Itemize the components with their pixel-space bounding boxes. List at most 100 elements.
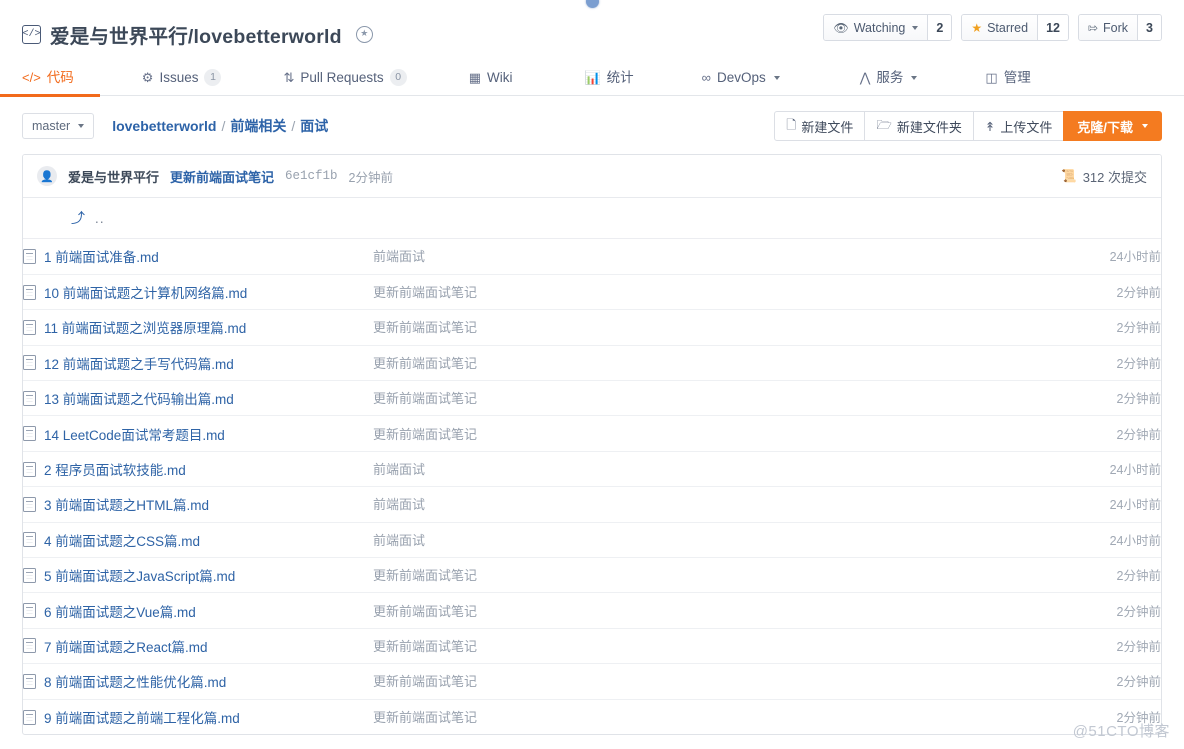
starred-button-main[interactable]: ★ Starred	[962, 15, 1038, 40]
commit-history-icon: 📜	[1061, 168, 1077, 183]
fork-button-main[interactable]: ⇰ Fork	[1078, 15, 1138, 40]
latest-commit-info: 👤 爱是与世界平行 更新前端面试笔记 6e1cf1b 2分钟前	[37, 166, 393, 186]
breadcrumb-separator: /	[291, 118, 296, 134]
watching-button[interactable]: 👁 Watching 2	[823, 14, 953, 41]
file-time: 2分钟前	[1116, 675, 1161, 690]
breadcrumb-item-2[interactable]: 面试	[300, 116, 328, 136]
breadcrumb-item-0[interactable]: lovebetterworld	[112, 118, 216, 134]
file-link[interactable]: 11 前端面试题之浏览器原理篇.md	[44, 317, 246, 337]
tab-manage[interactable]: ◫ 管理	[985, 60, 1030, 96]
breadcrumb-item-1[interactable]: 前端相关	[230, 116, 286, 136]
commit-message[interactable]: 更新前端面试笔记	[170, 167, 274, 186]
table-row[interactable]: 6 前端面试题之Vue篇.md 更新前端面试笔记 2分钟前	[23, 593, 1161, 629]
file-commit-message-cell: 前端面试	[373, 239, 703, 274]
file-commit-message: 更新前端面试笔记	[373, 285, 478, 301]
file-name-cell: 13 前端面试题之代码输出篇.md	[23, 381, 373, 416]
file-time: 2分钟前	[1116, 569, 1161, 584]
table-row[interactable]: 5 前端面试题之JavaScript篇.md 更新前端面试笔记 2分钟前	[23, 558, 1161, 593]
tab-wiki[interactable]: ▦ Wiki	[469, 60, 513, 96]
fork-button[interactable]: ⇰ Fork 3	[1077, 14, 1162, 41]
tab-service[interactable]: ⋀ 服务	[860, 60, 918, 96]
file-link[interactable]: 3 前端面试题之HTML篇.md	[44, 494, 209, 514]
file-commit-message: 前端面试	[373, 532, 426, 548]
commit-sha[interactable]: 6e1cf1b	[285, 169, 338, 183]
file-name-wrap: 7 前端面试题之React篇.md	[23, 636, 373, 656]
table-row[interactable]: 8 前端面试题之性能优化篇.md 更新前端面试笔记 2分钟前	[23, 664, 1161, 700]
table-row[interactable]: 13 前端面试题之代码输出篇.md 更新前端面试笔记 2分钟前	[23, 381, 1161, 416]
commit-history-link[interactable]: 📜 312 次提交	[1061, 167, 1147, 186]
file-icon	[23, 532, 36, 548]
file-link[interactable]: 2 程序员面试软技能.md	[44, 459, 186, 479]
tab-issues[interactable]: ⚙ Issues 1	[142, 60, 222, 96]
repo-title-block: </> 爱是与世界平行/lovebetterworld	[22, 14, 373, 49]
table-row[interactable]: 12 前端面试题之手写代码篇.md 更新前端面试笔记 2分钟前	[23, 345, 1161, 381]
file-time: 2分钟前	[1116, 639, 1161, 654]
repo-owner[interactable]: 爱是与世界平行	[50, 26, 188, 48]
table-row[interactable]: 7 前端面试题之React篇.md 更新前端面试笔记 2分钟前	[23, 628, 1161, 664]
file-link[interactable]: 5 前端面试题之JavaScript篇.md	[44, 565, 235, 585]
file-link[interactable]: 9 前端面试题之前端工程化篇.md	[44, 707, 240, 727]
file-time-cell: 24小时前	[703, 239, 1161, 274]
parent-directory-row[interactable]: ⤴ ..	[23, 198, 1161, 239]
page-title: 爱是与世界平行/lovebetterworld	[50, 20, 342, 49]
file-link[interactable]: 1 前端面试准备.md	[44, 246, 159, 266]
new-folder-label: 新建文件夹	[896, 119, 962, 135]
table-row[interactable]: 9 前端面试题之前端工程化篇.md 更新前端面试笔记 2分钟前	[23, 699, 1161, 734]
file-link[interactable]: 8 前端面试题之性能优化篇.md	[44, 671, 226, 691]
commit-author[interactable]: 爱是与世界平行	[68, 167, 159, 186]
file-time-cell: 2分钟前	[703, 310, 1161, 345]
file-time-cell: 24小时前	[703, 487, 1161, 522]
table-row[interactable]: 2 程序员面试软技能.md 前端面试 24小时前	[23, 451, 1161, 487]
fork-icon: ⇰	[1087, 20, 1099, 35]
starred-button[interactable]: ★ Starred 12	[961, 14, 1069, 41]
table-row[interactable]: 14 LeetCode面试常考题目.md 更新前端面试笔记 2分钟前	[23, 416, 1161, 452]
file-name-cell: 3 前端面试题之HTML篇.md	[23, 487, 373, 522]
medal-badge-icon	[355, 25, 373, 43]
admin-icon: ◫	[985, 70, 998, 85]
chevron-down-icon	[78, 124, 85, 128]
file-name-wrap: 3 前端面试题之HTML篇.md	[23, 494, 373, 514]
file-name-cell: 11 前端面试题之浏览器原理篇.md	[23, 310, 373, 345]
watching-button-main[interactable]: 👁 Watching	[824, 15, 928, 40]
file-name-cell: 4 前端面试题之CSS篇.md	[23, 522, 373, 557]
new-file-button[interactable]: 🗋 新建文件	[774, 111, 866, 141]
repo-name[interactable]: lovebetterworld	[194, 26, 342, 48]
file-link[interactable]: 13 前端面试题之代码输出篇.md	[44, 388, 234, 408]
table-row[interactable]: 11 前端面试题之浏览器原理篇.md 更新前端面试笔记 2分钟前	[23, 310, 1161, 346]
table-row[interactable]: 3 前端面试题之HTML篇.md 前端面试 24小时前	[23, 487, 1161, 523]
fork-count[interactable]: 3	[1137, 15, 1161, 40]
file-name-cell: 7 前端面试题之React篇.md	[23, 628, 373, 663]
file-link[interactable]: 10 前端面试题之计算机网络篇.md	[44, 282, 247, 302]
file-icon	[23, 355, 36, 371]
watching-label: Watching	[853, 20, 906, 35]
file-link[interactable]: 12 前端面试题之手写代码篇.md	[44, 353, 234, 373]
file-link[interactable]: 6 前端面试题之Vue篇.md	[44, 601, 196, 621]
table-row[interactable]: 1 前端面试准备.md 前端面试 24小时前	[23, 239, 1161, 275]
file-commit-message-cell: 更新前端面试笔记	[373, 274, 703, 309]
watching-count[interactable]: 2	[927, 15, 952, 40]
file-link[interactable]: 4 前端面试题之CSS篇.md	[44, 530, 200, 550]
tab-code[interactable]: </> 代码	[0, 60, 100, 97]
clone-download-button[interactable]: 克隆/下载	[1063, 111, 1162, 141]
tab-statistics[interactable]: 📊 统计	[584, 60, 633, 96]
file-name-wrap: 11 前端面试题之浏览器原理篇.md	[23, 317, 373, 337]
tab-pull-requests[interactable]: ⇅ Pull Requests 0	[283, 60, 407, 96]
eye-icon: 👁	[833, 20, 849, 35]
file-time-cell: 24小时前	[703, 451, 1161, 486]
starred-count[interactable]: 12	[1037, 15, 1068, 40]
file-link[interactable]: 14 LeetCode面试常考题目.md	[44, 424, 225, 444]
chart-icon: 📊	[584, 70, 601, 85]
table-row[interactable]: 10 前端面试题之计算机网络篇.md 更新前端面试笔记 2分钟前	[23, 274, 1161, 310]
pull-requests-count-badge: 0	[389, 69, 407, 86]
code-icon: </>	[22, 70, 41, 85]
table-row[interactable]: 4 前端面试题之CSS篇.md 前端面试 24小时前	[23, 522, 1161, 558]
upload-icon: ↟	[984, 119, 996, 134]
new-folder-button[interactable]: 🗁 新建文件夹	[864, 111, 974, 141]
file-commit-message-cell: 前端面试	[373, 451, 703, 486]
file-link[interactable]: 7 前端面试题之React篇.md	[44, 636, 208, 656]
tab-devops[interactable]: ∞ DevOps	[702, 60, 780, 96]
file-name-cell: 2 程序员面试软技能.md	[23, 451, 373, 486]
upload-file-button[interactable]: ↟ 上传文件	[972, 111, 1065, 141]
file-time: 2分钟前	[1116, 392, 1161, 407]
branch-selector[interactable]: master	[22, 113, 95, 139]
